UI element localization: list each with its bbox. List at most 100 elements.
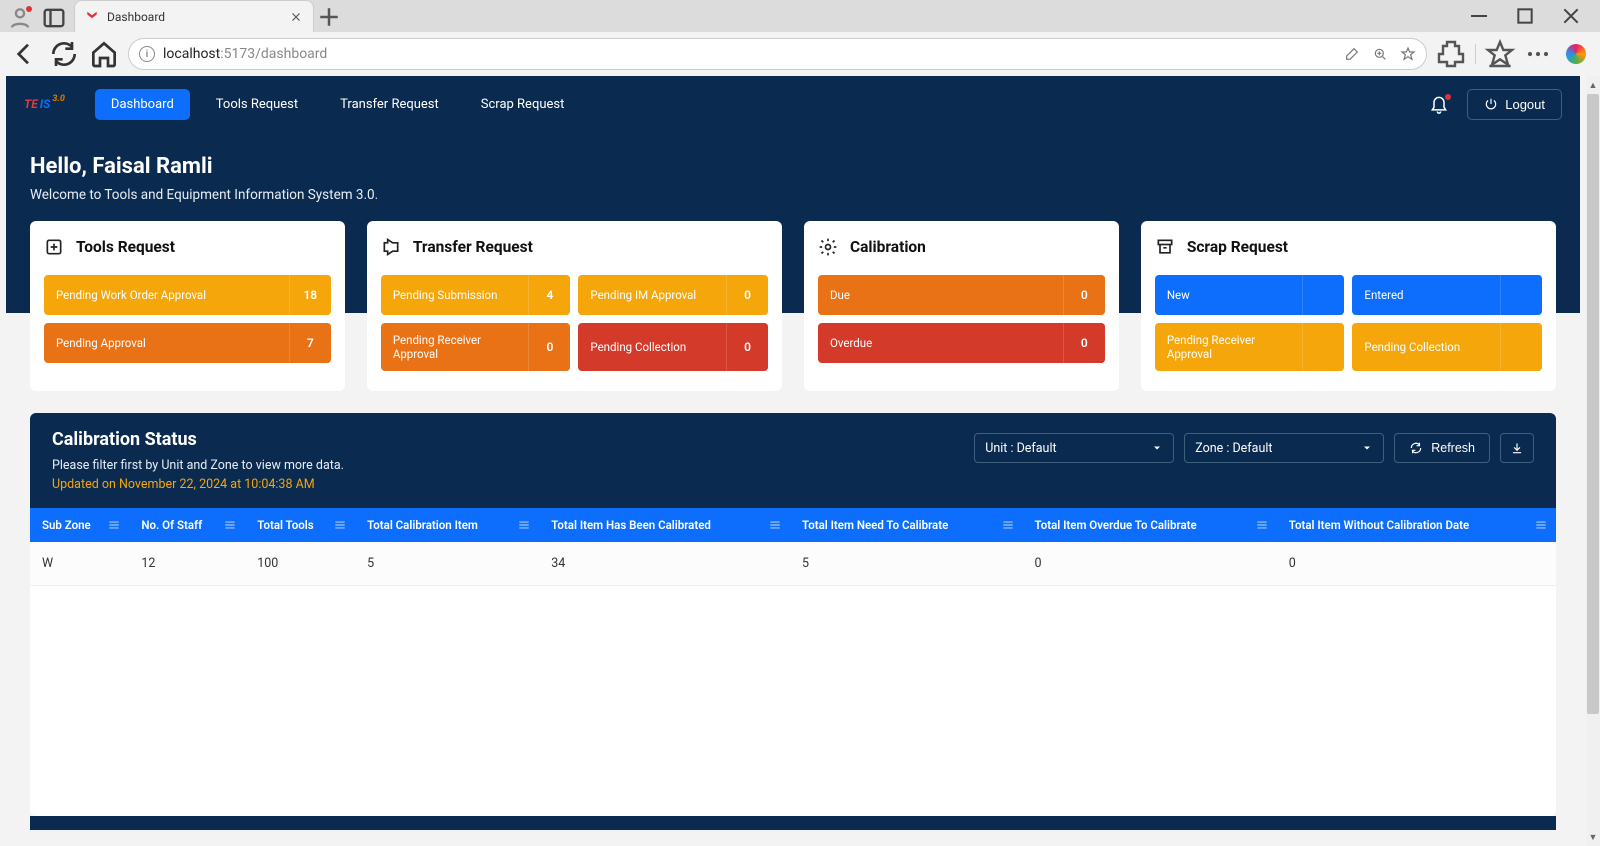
col-total-tools[interactable]: Total Tools (245, 508, 355, 542)
url-text: localhost:5173/dashboard (163, 46, 327, 62)
minimize-button[interactable] (1456, 0, 1502, 32)
subtitle: Welcome to Tools and Equipment Informati… (30, 187, 1556, 203)
sort-icon (223, 518, 237, 532)
archive-icon (1155, 237, 1175, 257)
favorites-icon[interactable] (1484, 38, 1516, 70)
card-title: Calibration (850, 238, 926, 256)
stat-pending-receiver[interactable]: Pending Receiver Approval0 (381, 323, 571, 371)
calibration-status-panel: Calibration Status Please filter first b… (30, 413, 1556, 816)
table-row[interactable]: W 12 100 5 34 5 0 0 (30, 542, 1556, 586)
col-overdue[interactable]: Total Item Overdue To Calibrate (1023, 508, 1277, 542)
card-scrap-request: Scrap Request New Entered Pending Receiv… (1141, 221, 1556, 391)
panel-header: Calibration Status Please filter first b… (30, 413, 1556, 508)
nav-dashboard[interactable]: Dashboard (95, 89, 190, 120)
scrollbar[interactable]: ▲ ▼ (1586, 76, 1600, 846)
stat-scrap-pending-collection[interactable]: Pending Collection (1352, 323, 1542, 371)
panel-title: Calibration Status (52, 429, 344, 450)
refresh-panel-button[interactable]: Refresh (1394, 433, 1490, 463)
stat-pending-im-approval[interactable]: Pending IM Approval0 (578, 275, 768, 315)
sort-icon (1255, 518, 1269, 532)
plus-box-icon (44, 237, 64, 257)
col-total-calib[interactable]: Total Calibration Item (355, 508, 539, 542)
col-staff[interactable]: No. Of Staff (129, 508, 245, 542)
tab-title: Dashboard (107, 10, 281, 24)
stat-entered[interactable]: Entered (1352, 275, 1542, 315)
home-button[interactable] (88, 38, 120, 70)
transfer-icon (381, 237, 401, 257)
col-no-date[interactable]: Total Item Without Calibration Date (1277, 508, 1556, 542)
card-title: Scrap Request (1187, 238, 1288, 256)
chevron-down-icon (1361, 442, 1373, 454)
card-calibration: Calibration Due0 Overdue0 (804, 221, 1119, 391)
tab-close-icon[interactable] (289, 10, 303, 24)
power-icon (1484, 97, 1498, 111)
gear-icon (818, 237, 838, 257)
copilot-icon[interactable] (1560, 38, 1592, 70)
tab-actions-icon[interactable] (40, 4, 68, 32)
tab-strip: Dashboard (0, 0, 1600, 32)
stat-pending-submission[interactable]: Pending Submission4 (381, 275, 571, 315)
maximize-button[interactable] (1502, 0, 1548, 32)
sort-icon (517, 518, 531, 532)
panel-updated: Updated on November 22, 2024 at 10:04:38… (52, 477, 344, 492)
notifications-icon[interactable] (1429, 94, 1449, 114)
card-transfer-request: Transfer Request Pending Submission4 Pen… (367, 221, 782, 391)
sort-icon (333, 518, 347, 532)
new-tab-button[interactable] (314, 2, 344, 32)
zoom-icon[interactable] (1372, 46, 1388, 62)
col-need-calib[interactable]: Total Item Need To Calibrate (790, 508, 1022, 542)
card-tools-request: Tools Request Pending Work Order Approva… (30, 221, 345, 391)
stat-scrap-pending-receiver[interactable]: Pending Receiver Approval (1155, 323, 1345, 371)
sort-icon (1534, 518, 1548, 532)
col-calibrated[interactable]: Total Item Has Been Calibrated (539, 508, 790, 542)
calibration-table: Sub Zone No. Of Staff Total Tools Total … (30, 508, 1556, 586)
cards-row: Tools Request Pending Work Order Approva… (6, 221, 1580, 391)
back-button[interactable] (8, 38, 40, 70)
zone-select[interactable]: Zone : Default (1184, 433, 1384, 463)
greeting: Hello, Faisal Ramli (30, 154, 1556, 179)
app-header: TEIS3.0 Dashboard Tools Request Transfer… (6, 76, 1580, 132)
card-title: Transfer Request (413, 238, 533, 256)
edit-url-icon[interactable] (1344, 46, 1360, 62)
download-button[interactable] (1500, 433, 1534, 463)
footer-bar (30, 816, 1556, 830)
panel-subtitle: Please filter first by Unit and Zone to … (52, 458, 344, 473)
main-nav: Dashboard Tools Request Transfer Request… (95, 89, 580, 120)
nav-transfer-request[interactable]: Transfer Request (324, 89, 455, 120)
favicon-icon (85, 10, 99, 24)
stat-overdue[interactable]: Overdue0 (818, 323, 1105, 363)
nav-tools-request[interactable]: Tools Request (200, 89, 314, 120)
chevron-down-icon (1151, 442, 1163, 454)
logout-button[interactable]: Logout (1467, 89, 1562, 120)
address-bar[interactable]: i localhost:5173/dashboard (128, 38, 1427, 70)
stat-pending-approval[interactable]: Pending Approval7 (44, 323, 331, 363)
close-window-button[interactable] (1548, 0, 1594, 32)
scroll-down-icon[interactable]: ▼ (1586, 830, 1600, 844)
sort-icon (768, 518, 782, 532)
col-sub-zone[interactable]: Sub Zone (30, 508, 129, 542)
favorite-icon[interactable] (1400, 46, 1416, 62)
viewport: ▲ ▼ TEIS3.0 Dashboard Tools Request Tran… (0, 76, 1600, 846)
refresh-icon (1409, 441, 1423, 455)
nav-scrap-request[interactable]: Scrap Request (465, 89, 581, 120)
browser-toolbar: i localhost:5173/dashboard (0, 32, 1600, 76)
profile-icon[interactable] (6, 4, 34, 32)
card-title: Tools Request (76, 238, 175, 256)
extensions-icon[interactable] (1435, 38, 1467, 70)
refresh-button[interactable] (48, 38, 80, 70)
window-controls (1456, 0, 1594, 32)
sort-icon (1001, 518, 1015, 532)
stat-new[interactable]: New (1155, 275, 1345, 315)
browser-tab[interactable]: Dashboard (74, 0, 314, 32)
scrollbar-thumb[interactable] (1587, 94, 1599, 714)
site-info-icon[interactable]: i (139, 46, 155, 62)
menu-icon[interactable] (1522, 38, 1554, 70)
stat-pending-collection[interactable]: Pending Collection0 (578, 323, 768, 371)
stat-due[interactable]: Due0 (818, 275, 1105, 315)
unit-select[interactable]: Unit : Default (974, 433, 1174, 463)
scroll-up-icon[interactable]: ▲ (1586, 78, 1600, 92)
stat-pending-work-order[interactable]: Pending Work Order Approval18 (44, 275, 331, 315)
browser-chrome: Dashboard i localhost:5173/dashboard (0, 0, 1600, 76)
table-header: Sub Zone No. Of Staff Total Tools Total … (30, 508, 1556, 542)
logo[interactable]: TEIS3.0 (24, 97, 65, 111)
